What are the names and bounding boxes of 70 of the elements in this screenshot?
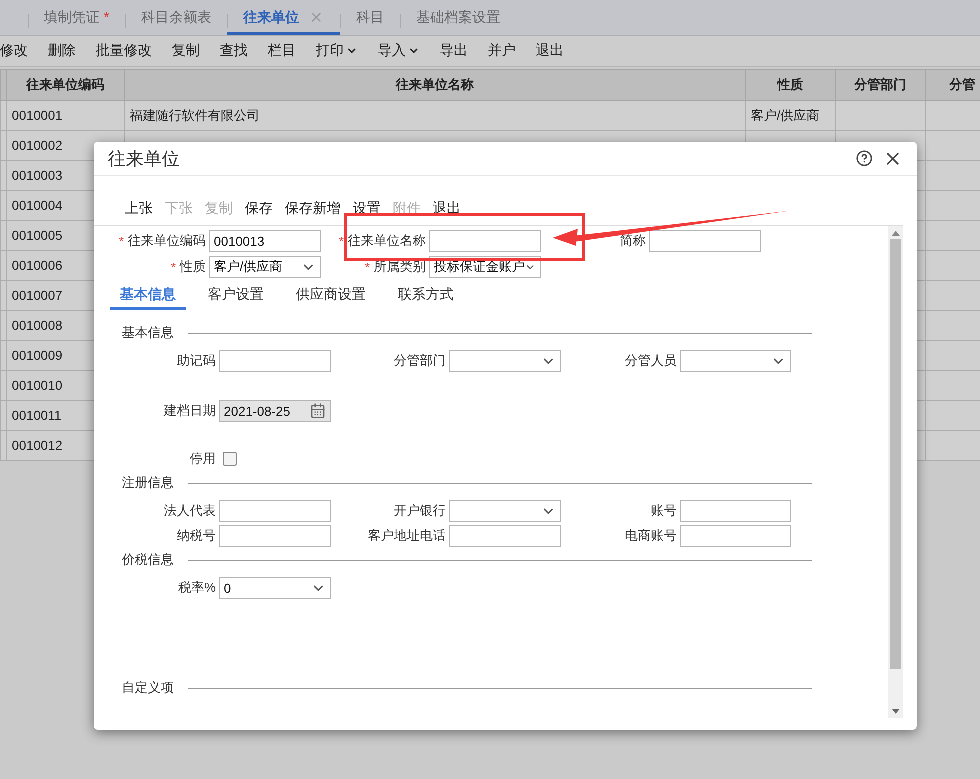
- column-header: 分管: [926, 70, 980, 100]
- date-field[interactable]: 2021-08-25: [219, 400, 331, 422]
- calendar-icon: [310, 403, 326, 419]
- toolbar-button[interactable]: 删除: [48, 42, 86, 60]
- toolbar-button[interactable]: 打印: [316, 42, 368, 60]
- field-label: 建档日期: [163, 402, 217, 420]
- field-label: 简称: [619, 232, 647, 250]
- dropdown-field[interactable]: [449, 500, 561, 522]
- toolbar-button[interactable]: 复制: [172, 42, 210, 60]
- toolbar-button[interactable]: 批量修改: [96, 42, 162, 60]
- section-title: 注册信息: [122, 474, 174, 492]
- field-label: * 性质: [170, 258, 207, 276]
- toolbar-button[interactable]: 保存: [245, 193, 273, 225]
- section-title: 自定义项: [122, 679, 174, 697]
- toolbar-button[interactable]: 导入: [378, 42, 430, 60]
- field-label: 开户银行: [393, 502, 447, 520]
- column-header: 性质: [746, 70, 836, 100]
- dropdown-field[interactable]: [680, 350, 791, 372]
- column-header: 分管部门: [836, 70, 926, 100]
- field-label: 助记码: [176, 352, 217, 370]
- section-title: 基本信息: [122, 324, 174, 342]
- field-label: 账号: [650, 502, 678, 520]
- table-cell: 客户/供应商: [746, 100, 836, 130]
- section-title: 价税信息: [122, 551, 174, 569]
- checkbox[interactable]: [223, 452, 237, 466]
- dropdown-field[interactable]: 客户/供应商: [209, 256, 321, 278]
- help-icon[interactable]: [856, 150, 873, 167]
- field-label: 停用: [189, 450, 217, 468]
- text-input-field[interactable]: [219, 525, 331, 547]
- field-label: 纳税号: [176, 527, 217, 545]
- field-label: 客户地址电话: [367, 527, 447, 545]
- text-input-field[interactable]: [449, 525, 561, 547]
- tab[interactable]: 供应商设置: [286, 286, 376, 310]
- toolbar-button[interactable]: 并户: [488, 42, 526, 60]
- field-label: 法人代表: [163, 502, 217, 520]
- tab-label: 往来单位: [243, 8, 300, 26]
- tab[interactable]: 基本信息: [110, 286, 186, 310]
- toolbar-button[interactable]: 退出: [536, 42, 574, 60]
- text-input-field[interactable]: 0010013: [209, 230, 321, 252]
- tab-label: 基础档案设置: [416, 8, 500, 26]
- field-label: 税率%: [177, 579, 217, 597]
- text-input-field[interactable]: [680, 500, 791, 522]
- tab-label: 科目余额表: [141, 8, 212, 26]
- field-label: * 所属类别: [364, 258, 427, 276]
- tab[interactable]: 客户设置: [198, 286, 274, 310]
- toolbar-button[interactable]: 导出: [440, 42, 478, 60]
- column-header: 往来单位编码: [6, 70, 124, 100]
- tab-label: 填制凭证 *: [44, 8, 110, 26]
- toolbar-button[interactable]: 保存新增: [285, 193, 341, 225]
- tab-label: 科目: [356, 8, 384, 26]
- table-cell: 0010001: [6, 100, 124, 130]
- toolbar-button[interactable]: 上张: [125, 193, 153, 225]
- tab[interactable]: 联系方式: [388, 286, 464, 310]
- field-label: 电商账号: [624, 527, 678, 545]
- dropdown-field[interactable]: 0: [219, 577, 331, 599]
- text-input-field[interactable]: [649, 230, 761, 252]
- text-input-field[interactable]: [219, 500, 331, 522]
- dropdown-field[interactable]: [449, 350, 561, 372]
- field-label: 分管部门: [393, 352, 447, 370]
- table-cell: 福建随行软件有限公司: [124, 100, 746, 130]
- column-header: 往来单位名称: [124, 70, 746, 100]
- text-input-field[interactable]: [680, 525, 791, 547]
- text-input-field[interactable]: [429, 230, 541, 252]
- scrollbar[interactable]: [888, 226, 903, 718]
- toolbar-button[interactable]: 查找: [220, 42, 258, 60]
- field-label: 分管人员: [624, 352, 678, 370]
- text-input-field[interactable]: [219, 350, 331, 372]
- field-label: * 往来单位名称: [338, 232, 427, 250]
- toolbar-button[interactable]: 修改: [0, 42, 38, 60]
- toolbar-button[interactable]: 栏目: [268, 42, 306, 60]
